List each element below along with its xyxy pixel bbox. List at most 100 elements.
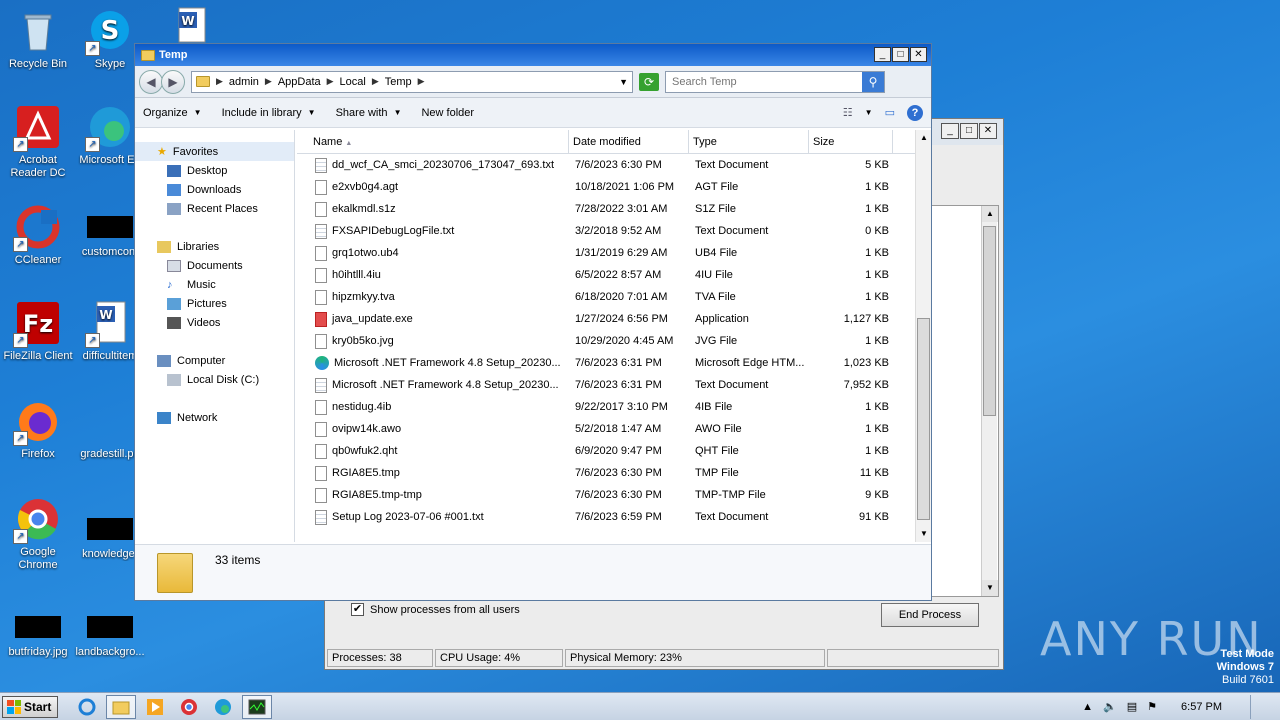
clock[interactable]: 6:57 PM <box>1181 701 1222 713</box>
breadcrumb-appdata[interactable]: AppData <box>278 76 321 88</box>
address-bar[interactable]: ▶ admin ▶ AppData ▶ Local ▶ Temp ▶ ▼ <box>191 70 633 93</box>
breadcrumb-chevron-icon[interactable]: ▶ <box>372 76 379 87</box>
file-row[interactable]: RGIA8E5.tmp 7/6/2023 6:30 PM TMP File 11 KB <box>297 462 911 484</box>
breadcrumb-admin[interactable]: admin <box>229 76 259 88</box>
breadcrumb-chevron-icon[interactable]: ▶ <box>327 76 334 87</box>
nav-videos[interactable]: Videos <box>135 313 294 332</box>
end-process-button[interactable]: End Process <box>881 603 979 627</box>
show-hidden-icons-icon[interactable]: ▲ <box>1082 701 1093 713</box>
nav-recent-places[interactable]: Recent Places <box>135 199 294 218</box>
network-tray-icon[interactable]: ▤ <box>1127 700 1137 713</box>
file-row[interactable]: RGIA8E5.tmp-tmp 7/6/2023 6:30 PM TMP-TMP F… <box>297 484 911 506</box>
address-dropdown-icon[interactable]: ▼ <box>619 77 628 87</box>
new-folder-button[interactable]: New folder <box>421 107 474 119</box>
search-box[interactable]: ⚲ <box>665 70 885 93</box>
nav-documents[interactable]: Documents <box>135 256 294 275</box>
nav-music[interactable]: ♪ Music <box>135 275 294 294</box>
maximize-button[interactable]: □ <box>892 47 909 62</box>
file-row[interactable]: kry0b5ko.jvg 10/29/2020 4:45 AM JVG File 1 … <box>297 330 911 352</box>
share-with-menu[interactable]: Share with ▼ <box>336 107 402 119</box>
nav-local-disk[interactable]: Local Disk (C:) <box>135 370 294 389</box>
file-row[interactable]: ovipw14k.awo 5/2/2018 1:47 AM AWO File 1 KB <box>297 418 911 440</box>
nav-downloads[interactable]: Downloads <box>135 180 294 199</box>
show-all-processes-checkbox[interactable]: ✔ Show processes from all users <box>351 603 520 616</box>
file-icon <box>315 421 327 437</box>
minimize-button[interactable]: _ <box>941 123 959 139</box>
file-row[interactable]: dd_wcf_CA_smci_20230706_173047_693.txt 7/… <box>297 154 911 176</box>
refresh-icon[interactable]: ⟳ <box>639 72 659 91</box>
column-header-name[interactable]: Name ▲ <box>297 130 569 153</box>
explorer-window[interactable]: Temp _ □ ✕ ◀ ▶ ▶ admin ▶ AppData ▶ Local… <box>134 43 932 601</box>
search-input[interactable] <box>672 75 862 88</box>
column-header-date[interactable]: Date modified <box>569 130 689 153</box>
process-list[interactable]: ▲ ▼ <box>931 205 999 597</box>
nav-computer[interactable]: Computer <box>135 351 294 370</box>
action-center-flag-icon[interactable]: ⚑ <box>1147 700 1157 713</box>
file-row[interactable]: Microsoft .NET Framework 4.8 Setup_20230… <box>297 352 911 374</box>
nav-libraries[interactable]: Libraries <box>135 237 294 256</box>
taskbar-ie-icon[interactable] <box>72 695 102 719</box>
view-options-icon[interactable]: ☷ <box>843 106 853 119</box>
close-button[interactable]: ✕ <box>910 47 927 62</box>
breadcrumb-chevron-icon[interactable]: ▶ <box>216 76 223 87</box>
process-list-scrollbar[interactable]: ▲ ▼ <box>981 206 998 596</box>
nav-favorites[interactable]: ★ Favorites <box>135 142 294 161</box>
file-row[interactable]: ekalkmdl.s1z 7/28/2022 3:01 AM S1Z File 1 K… <box>297 198 911 220</box>
search-icon[interactable]: ⚲ <box>862 71 884 92</box>
file-row[interactable]: qb0wfuk2.qht 6/9/2020 9:47 PM QHT File 1 KB <box>297 440 911 462</box>
nav-desktop[interactable]: Desktop <box>135 161 294 180</box>
column-header-type[interactable]: Type <box>689 130 809 153</box>
scroll-down-arrow-icon[interactable]: ▼ <box>982 580 998 596</box>
scroll-down-arrow-icon[interactable]: ▼ <box>916 526 931 542</box>
desktop-icon-recycle-bin[interactable]: Recycle Bin <box>0 8 76 71</box>
start-button[interactable]: Start <box>2 695 59 718</box>
file-row[interactable]: grq1otwo.ub4 1/31/2019 6:29 AM UB4 File 1 K… <box>297 242 911 264</box>
desktop-icon-ccleaner[interactable]: CCleaner <box>0 204 76 267</box>
file-row[interactable]: e2xvb0g4.agt 10/18/2021 1:06 PM AGT File 1 … <box>297 176 911 198</box>
desktop-icon-butfriday[interactable]: butfriday.jpg <box>0 604 76 659</box>
view-dropdown-icon[interactable]: ▼ <box>865 108 873 117</box>
file-row[interactable]: h0ihtlll.4iu 6/5/2022 8:57 AM 4IU File 1 KB <box>297 264 911 286</box>
back-button[interactable]: ◀ <box>139 69 163 94</box>
scrollbar-thumb[interactable] <box>983 226 996 416</box>
minimize-button[interactable]: _ <box>874 47 891 62</box>
file-row[interactable]: java_update.exe 1/27/2024 6:56 PM Applicat… <box>297 308 911 330</box>
scroll-up-arrow-icon[interactable]: ▲ <box>916 130 931 146</box>
taskbar-explorer-icon[interactable] <box>106 694 137 719</box>
desktop-icon-filezilla[interactable]: Fz FileZilla Client <box>0 300 76 363</box>
column-header-size[interactable]: Size <box>809 130 893 153</box>
breadcrumb-local[interactable]: Local <box>340 76 366 88</box>
nav-pictures[interactable]: Pictures <box>135 294 294 313</box>
file-row[interactable]: Microsoft .NET Framework 4.8 Setup_20230… <box>297 374 911 396</box>
taskbar-edge-icon[interactable] <box>208 695 238 719</box>
organize-menu[interactable]: Organize ▼ <box>143 107 202 119</box>
help-icon[interactable]: ? <box>907 104 923 121</box>
show-desktop-button[interactable] <box>1250 694 1266 719</box>
breadcrumb-chevron-icon[interactable]: ▶ <box>265 76 272 87</box>
scrollbar-thumb[interactable] <box>917 318 930 520</box>
taskbar-media-player-icon[interactable] <box>140 695 170 719</box>
preview-pane-icon[interactable]: ▭ <box>885 106 895 119</box>
breadcrumb-chevron-icon[interactable]: ▶ <box>418 76 425 87</box>
maximize-button[interactable]: □ <box>960 123 978 139</box>
desktop-icon-chrome[interactable]: Google Chrome <box>0 496 76 572</box>
taskbar-task-manager-icon[interactable] <box>242 694 273 719</box>
close-button[interactable]: ✕ <box>979 123 997 139</box>
explorer-titlebar[interactable]: Temp <box>135 44 931 66</box>
breadcrumb-temp[interactable]: Temp <box>385 76 412 88</box>
file-list-scrollbar[interactable]: ▲ ▼ <box>915 130 931 542</box>
file-row[interactable]: FXSAPIDebugLogFile.txt 3/2/2018 9:52 AM Te… <box>297 220 911 242</box>
checkbox-checked-icon[interactable]: ✔ <box>351 603 364 616</box>
forward-button[interactable]: ▶ <box>161 69 185 94</box>
desktop-icon-firefox[interactable]: Firefox <box>0 398 76 461</box>
file-row[interactable]: hipzmkyy.tva 6/18/2020 7:01 AM TVA File 1 K… <box>297 286 911 308</box>
scroll-up-arrow-icon[interactable]: ▲ <box>982 206 998 222</box>
nav-network[interactable]: Network <box>135 408 294 427</box>
desktop-icon-landbackground[interactable]: landbackgro... <box>72 604 148 659</box>
file-row[interactable]: nestidug.4ib 9/22/2017 3:10 PM 4IB File 1 K… <box>297 396 911 418</box>
include-in-library-menu[interactable]: Include in library ▼ <box>222 107 316 119</box>
file-row[interactable]: Setup Log 2023-07-06 #001.txt 7/6/2023 6:… <box>297 506 911 528</box>
desktop-icon-acrobat[interactable]: Acrobat Reader DC <box>0 104 76 180</box>
speaker-icon[interactable]: 🔈 <box>1103 700 1117 713</box>
taskbar-chrome-icon[interactable] <box>174 695 204 719</box>
